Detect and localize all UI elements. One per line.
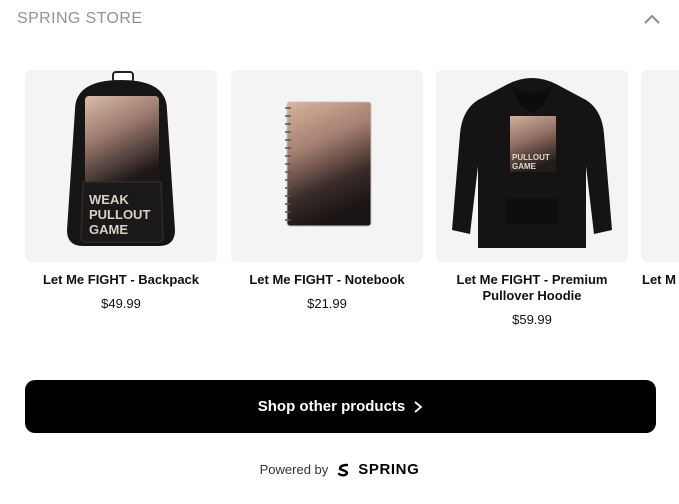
- collapse-button[interactable]: [640, 9, 664, 29]
- notebook-graphic: [285, 101, 372, 227]
- product-card-backpack[interactable]: WEAK PULLOUT GAME Let Me FIGHT - Backpac…: [25, 70, 217, 311]
- hoodie-print-text: PULLOUT: [512, 153, 550, 162]
- product-name[interactable]: Let Me FIGHT - Notebook: [231, 272, 423, 288]
- backpack-print-text: WEAK: [89, 192, 129, 207]
- product-name[interactable]: Let Me FIGHT - Premium Pullover Hoodie: [436, 272, 628, 304]
- svg-text:GAME: GAME: [512, 162, 537, 171]
- product-carousel[interactable]: WEAK PULLOUT GAME Let Me FIGHT - Backpac…: [0, 70, 679, 340]
- product-card-partial[interactable]: Let M: [641, 70, 679, 288]
- product-price: $49.99: [101, 296, 141, 311]
- svg-text:GAME: GAME: [89, 222, 128, 237]
- spring-logo-icon: [338, 463, 349, 477]
- store-header: SPRING STORE: [0, 0, 679, 38]
- spring-brand[interactable]: SPRING: [336, 461, 419, 478]
- product-card-notebook[interactable]: Let Me FIGHT - Notebook $21.99: [231, 70, 423, 311]
- chevron-up-icon: [644, 14, 660, 24]
- svg-text:PULLOUT: PULLOUT: [89, 207, 150, 222]
- hoodie-graphic: PULLOUT GAME: [452, 78, 612, 248]
- powered-by-label: Powered by: [259, 462, 329, 477]
- shop-button-label: Shop other products: [257, 398, 406, 415]
- shop-other-products-button[interactable]: Shop other products: [25, 380, 656, 433]
- chevron-right-icon: [413, 400, 423, 414]
- product-name[interactable]: Let Me FIGHT - Backpack: [25, 272, 217, 288]
- backpack-graphic: WEAK PULLOUT GAME: [67, 71, 175, 246]
- product-image-backpack[interactable]: WEAK PULLOUT GAME: [25, 70, 217, 262]
- product-image-partial[interactable]: [641, 70, 679, 262]
- product-price: $21.99: [307, 296, 347, 311]
- store-title: SPRING STORE: [17, 10, 143, 27]
- product-image-notebook[interactable]: [231, 70, 423, 262]
- brand-name: SPRING: [358, 461, 420, 478]
- product-card-hoodie[interactable]: PULLOUT GAME Let Me FIGHT - Premium Pull…: [436, 70, 628, 327]
- product-price: $59.99: [512, 312, 552, 327]
- product-name[interactable]: Let M: [641, 272, 679, 288]
- powered-by-footer[interactable]: Powered by SPRING: [0, 461, 679, 478]
- product-image-hoodie[interactable]: PULLOUT GAME: [436, 70, 628, 262]
